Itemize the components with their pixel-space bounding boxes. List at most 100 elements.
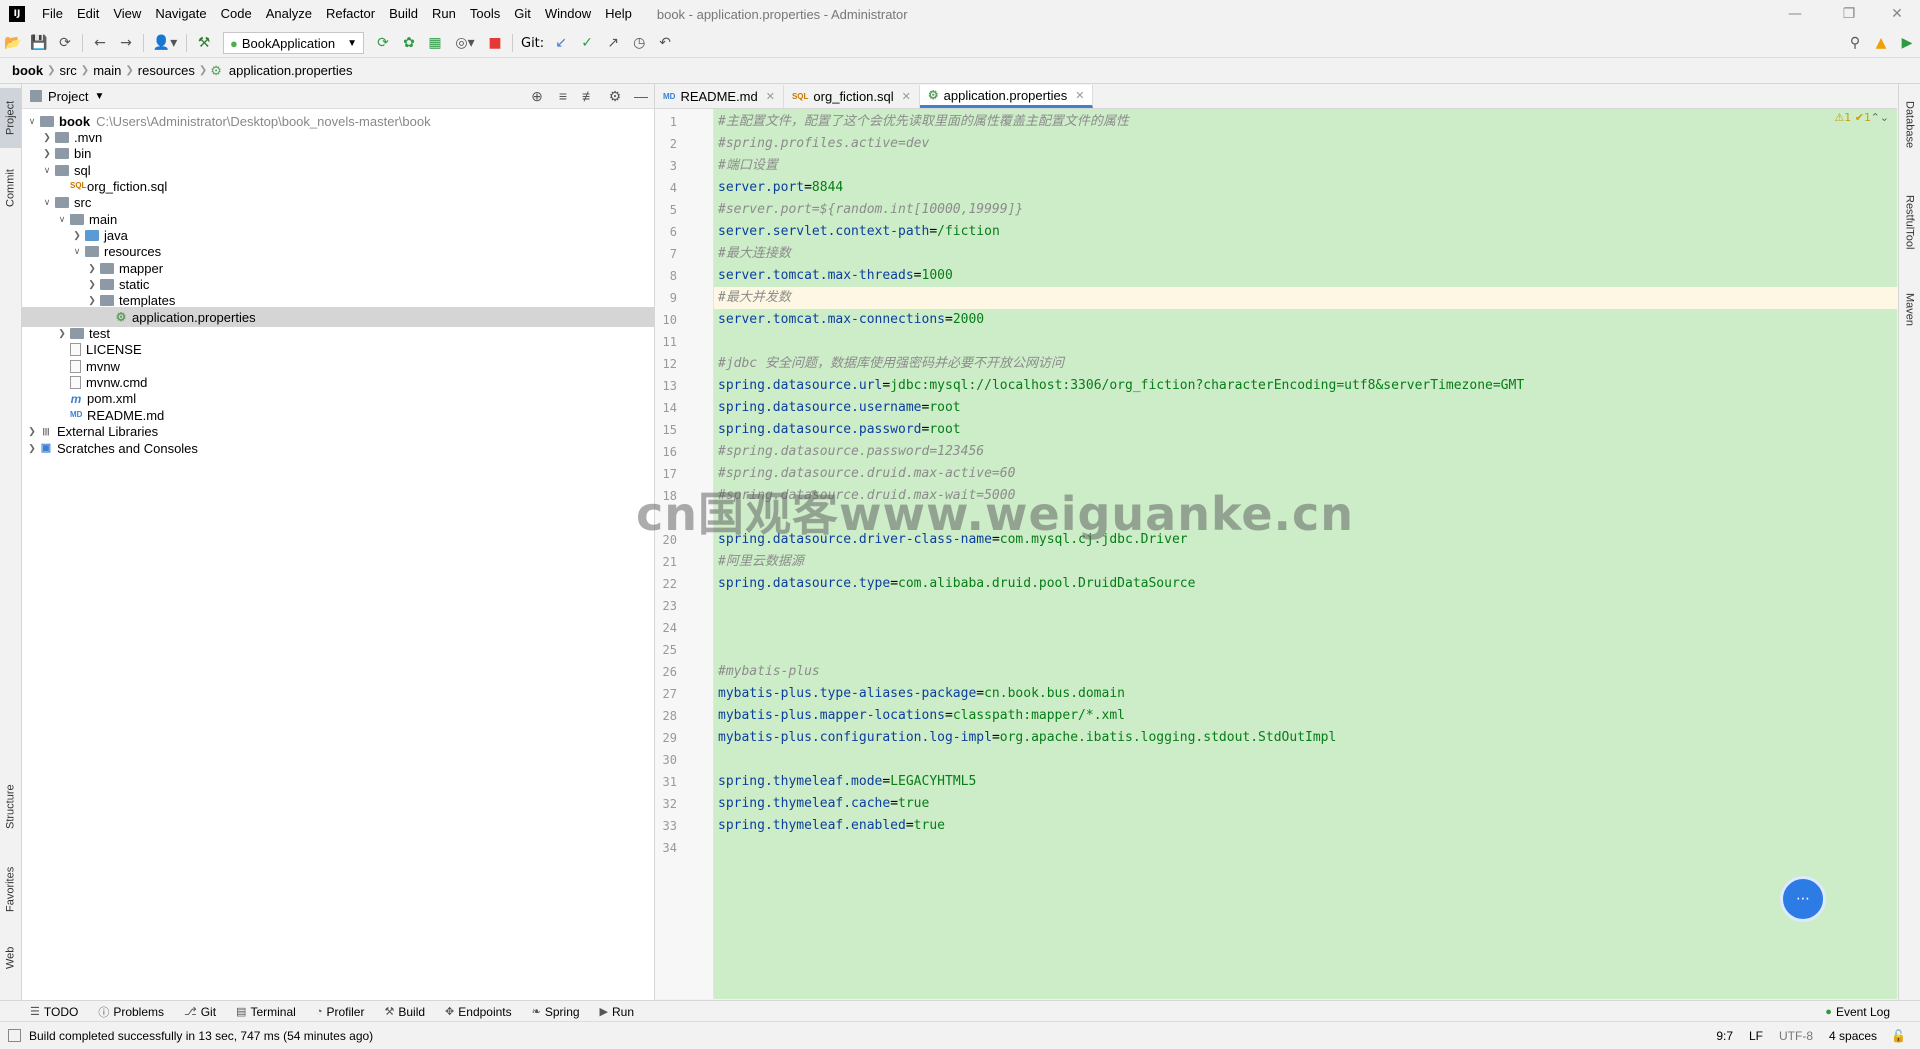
tab-restfultool[interactable]: RestfulTool bbox=[1899, 174, 1920, 270]
breadcrumb-book[interactable]: book bbox=[8, 63, 47, 78]
menu-build[interactable]: Build bbox=[382, 0, 425, 28]
tool-tab-todo[interactable]: ☰ TODO bbox=[20, 1004, 88, 1020]
debug-icon[interactable]: ✿ bbox=[396, 31, 422, 55]
tool-tab-endpoints[interactable]: ✥ Endpoints bbox=[435, 1004, 522, 1020]
code-line[interactable] bbox=[714, 749, 1901, 771]
chevron-right-icon[interactable]: ❯ bbox=[41, 148, 53, 159]
editor-tab[interactable]: MD README.md ✕ bbox=[655, 85, 784, 108]
chevron-right-icon[interactable]: ❯ bbox=[71, 230, 83, 241]
git-commit-icon[interactable]: ✓ bbox=[574, 31, 600, 55]
close-tab-icon[interactable]: ✕ bbox=[902, 90, 911, 103]
stop-icon[interactable]: ■ bbox=[482, 31, 508, 55]
collapse-all-icon[interactable]: ≢ bbox=[576, 84, 602, 108]
code-line[interactable]: server.port=8844 bbox=[714, 177, 1901, 199]
git-update-icon[interactable]: ↙ bbox=[548, 31, 574, 55]
code-line[interactable]: #spring.datasource.password=123456 bbox=[714, 441, 1901, 463]
code-line[interactable] bbox=[714, 331, 1901, 353]
code-line[interactable]: spring.datasource.username=root bbox=[714, 397, 1901, 419]
menu-tools[interactable]: Tools bbox=[463, 0, 507, 28]
code-with-me-icon[interactable]: ▶ bbox=[1894, 31, 1920, 55]
menu-edit[interactable]: Edit bbox=[70, 0, 106, 28]
floating-assistant-button[interactable]: ⋯ bbox=[1780, 876, 1826, 922]
code-line[interactable]: server.tomcat.max-threads=1000 bbox=[714, 265, 1901, 287]
code-line[interactable]: server.tomcat.max-connections=2000 bbox=[714, 309, 1901, 331]
profiler-dropdown-icon[interactable]: ◎▾ bbox=[448, 31, 482, 55]
code-line[interactable] bbox=[714, 837, 1901, 859]
tab-database[interactable]: Database bbox=[1899, 90, 1920, 160]
search-icon[interactable]: ⚲ bbox=[1842, 31, 1868, 55]
menu-run[interactable]: Run bbox=[425, 0, 463, 28]
menu-refactor[interactable]: Refactor bbox=[319, 0, 382, 28]
tab-web[interactable]: Web bbox=[0, 936, 21, 980]
open-folder-icon[interactable]: 📂 bbox=[0, 31, 26, 55]
event-log-button[interactable]: ● Event Log bbox=[1815, 1005, 1900, 1019]
code-line[interactable]: mybatis-plus.type-aliases-package=cn.boo… bbox=[714, 683, 1901, 705]
line-separator[interactable]: LF bbox=[1749, 1029, 1763, 1043]
breadcrumb-file[interactable]: application.properties bbox=[225, 63, 357, 78]
code-line[interactable]: #spring.datasource.druid.max-wait=5000 bbox=[714, 485, 1901, 507]
menu-view[interactable]: View bbox=[106, 0, 148, 28]
coverage-icon[interactable]: ▦ bbox=[422, 31, 448, 55]
tab-maven[interactable]: Maven bbox=[1899, 280, 1920, 340]
breadcrumb-resources[interactable]: resources bbox=[134, 63, 199, 78]
save-icon[interactable]: 💾 bbox=[26, 31, 52, 55]
menu-window[interactable]: Window bbox=[538, 0, 598, 28]
code-line[interactable]: #spring.profiles.active=dev bbox=[714, 133, 1901, 155]
tab-commit[interactable]: Commit bbox=[0, 160, 21, 216]
code-line[interactable]: mybatis-plus.configuration.log-impl=org.… bbox=[714, 727, 1901, 749]
sync-icon[interactable]: ⟳ bbox=[52, 31, 78, 55]
tab-project[interactable]: Project bbox=[0, 88, 21, 148]
lock-icon[interactable]: 🔓 bbox=[1891, 1029, 1906, 1043]
chevron-down-icon[interactable]: ∨ bbox=[56, 214, 68, 225]
forward-icon[interactable]: → bbox=[113, 31, 139, 55]
code-line[interactable]: #mybatis-plus bbox=[714, 661, 1901, 683]
chevron-down-icon[interactable]: ∨ bbox=[41, 165, 53, 176]
menu-file[interactable]: File bbox=[35, 0, 70, 28]
breadcrumb-main[interactable]: main bbox=[89, 63, 125, 78]
close-icon[interactable]: ✕ bbox=[1874, 0, 1920, 28]
code-line[interactable]: mybatis-plus.mapper-locations=classpath:… bbox=[714, 705, 1901, 727]
expand-all-icon[interactable]: ≡ bbox=[550, 84, 576, 108]
code-line[interactable]: #最大连接数 bbox=[714, 243, 1901, 265]
back-icon[interactable]: ← bbox=[87, 31, 113, 55]
editor-tab[interactable]: SQL org_fiction.sql ✕ bbox=[784, 85, 920, 108]
menu-analyze[interactable]: Analyze bbox=[259, 0, 319, 28]
chevron-right-icon[interactable]: ❯ bbox=[56, 328, 68, 339]
code-line[interactable]: #主配置文件，配置了这个会优先读取里面的属性覆盖主配置文件的属性 bbox=[714, 111, 1901, 133]
chevron-down-icon[interactable]: ▼ bbox=[94, 91, 104, 102]
menu-git[interactable]: Git bbox=[507, 0, 538, 28]
chevron-right-icon[interactable]: ❯ bbox=[86, 295, 98, 306]
update-icon[interactable]: ▲ bbox=[1868, 31, 1894, 55]
menu-code[interactable]: Code bbox=[214, 0, 259, 28]
tool-tab-terminal[interactable]: ▤ Terminal bbox=[226, 1004, 306, 1020]
code-line[interactable]: #jdbc 安全问题，数据库使用强密码并必要不开放公网访问 bbox=[714, 353, 1901, 375]
tree-item[interactable]: ❯ ▣ Scratches and Consoles bbox=[22, 438, 654, 458]
editor-tab[interactable]: ⚙ application.properties ✕ bbox=[919, 85, 1094, 108]
code-line[interactable]: spring.datasource.driver-class-name=com.… bbox=[714, 529, 1901, 551]
code-line[interactable]: #server.port=${random.int[10000,19999]} bbox=[714, 199, 1901, 221]
restore-icon[interactable]: ❐ bbox=[1826, 0, 1872, 28]
git-history-icon[interactable]: ◷ bbox=[626, 31, 652, 55]
file-encoding[interactable]: UTF-8 bbox=[1779, 1029, 1813, 1043]
close-tab-icon[interactable]: ✕ bbox=[766, 90, 775, 103]
menu-help[interactable]: Help bbox=[598, 0, 639, 28]
chevron-right-icon[interactable]: ❯ bbox=[26, 426, 38, 437]
code-line[interactable]: #端口设置 bbox=[714, 155, 1901, 177]
code-line[interactable]: spring.datasource.url=jdbc:mysql://local… bbox=[714, 375, 1901, 397]
hide-icon[interactable]: — bbox=[628, 84, 654, 108]
chevron-down-icon[interactable]: ∨ bbox=[26, 116, 38, 127]
run-config-select[interactable]: ● BookApplication ▼ bbox=[223, 32, 364, 54]
tool-tab-git[interactable]: ⎇ Git bbox=[174, 1004, 226, 1020]
tool-tab-build[interactable]: ⚒ Build bbox=[374, 1004, 435, 1020]
code-line[interactable]: spring.thymeleaf.mode=LEGACYHTML5 bbox=[714, 771, 1901, 793]
caret-position[interactable]: 9:7 bbox=[1716, 1029, 1733, 1043]
tab-structure[interactable]: Structure bbox=[0, 772, 21, 842]
tool-tab-spring[interactable]: ❧ Spring bbox=[522, 1004, 590, 1020]
status-toggle-icon[interactable] bbox=[8, 1029, 21, 1042]
code-line[interactable]: spring.thymeleaf.enabled=true bbox=[714, 815, 1901, 837]
code-line[interactable]: spring.datasource.password=root bbox=[714, 419, 1901, 441]
status-message[interactable]: Build completed successfully in 13 sec, … bbox=[29, 1029, 373, 1043]
tool-tab-profiler[interactable]: ◔ Profiler bbox=[306, 1004, 375, 1020]
chevron-right-icon[interactable]: ❯ bbox=[41, 132, 53, 143]
rerun-icon[interactable]: ⟳ bbox=[370, 31, 396, 55]
